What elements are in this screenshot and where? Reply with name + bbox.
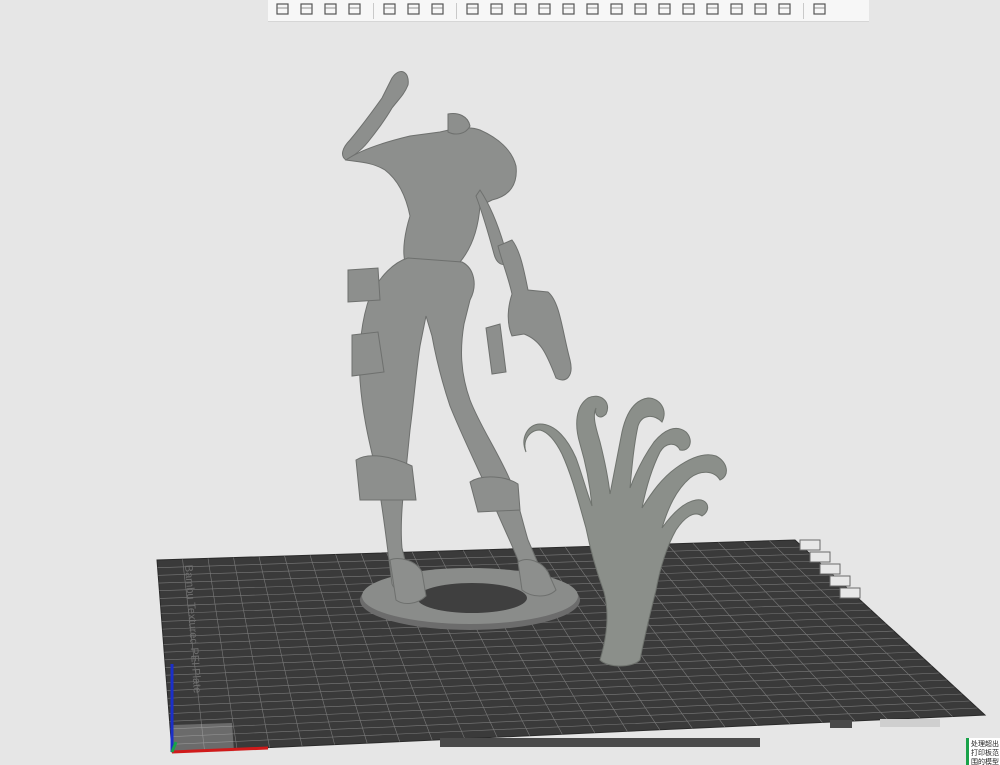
orient-plate-button[interactable] xyxy=(809,551,831,563)
arrange-plate-icon xyxy=(819,563,841,575)
build-plate[interactable]: Bambu Textured PEI Plate xyxy=(156,539,987,753)
lock-plate-icon xyxy=(829,575,851,587)
figure-model[interactable] xyxy=(342,71,572,604)
orient-plate-icon xyxy=(809,551,831,563)
close-plate-icon xyxy=(799,539,821,551)
close-plate-button[interactable] xyxy=(799,539,821,551)
settings-plate-button[interactable] xyxy=(839,587,861,599)
arrange-plate-button[interactable] xyxy=(819,563,841,575)
settings-plate-icon xyxy=(839,587,861,599)
status-message: 处理超出打印板范围的模型 xyxy=(966,738,1000,765)
lock-plate-button[interactable] xyxy=(829,575,851,587)
3d-viewport[interactable]: Bambu Textured PEI Plate xyxy=(0,0,1000,765)
